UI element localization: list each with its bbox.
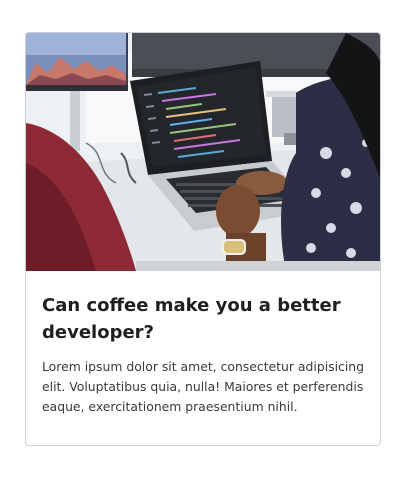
card-body: Can coffee make you a better developer? … [26,271,380,433]
card-image [26,33,380,271]
card-title[interactable]: Can coffee make you a better developer? [42,292,364,346]
card-description: Lorem ipsum dolor sit amet, consectetur … [42,359,365,414]
blog-card[interactable]: Can coffee make you a better developer? … [25,32,381,446]
photo-laptop-code [26,33,380,271]
